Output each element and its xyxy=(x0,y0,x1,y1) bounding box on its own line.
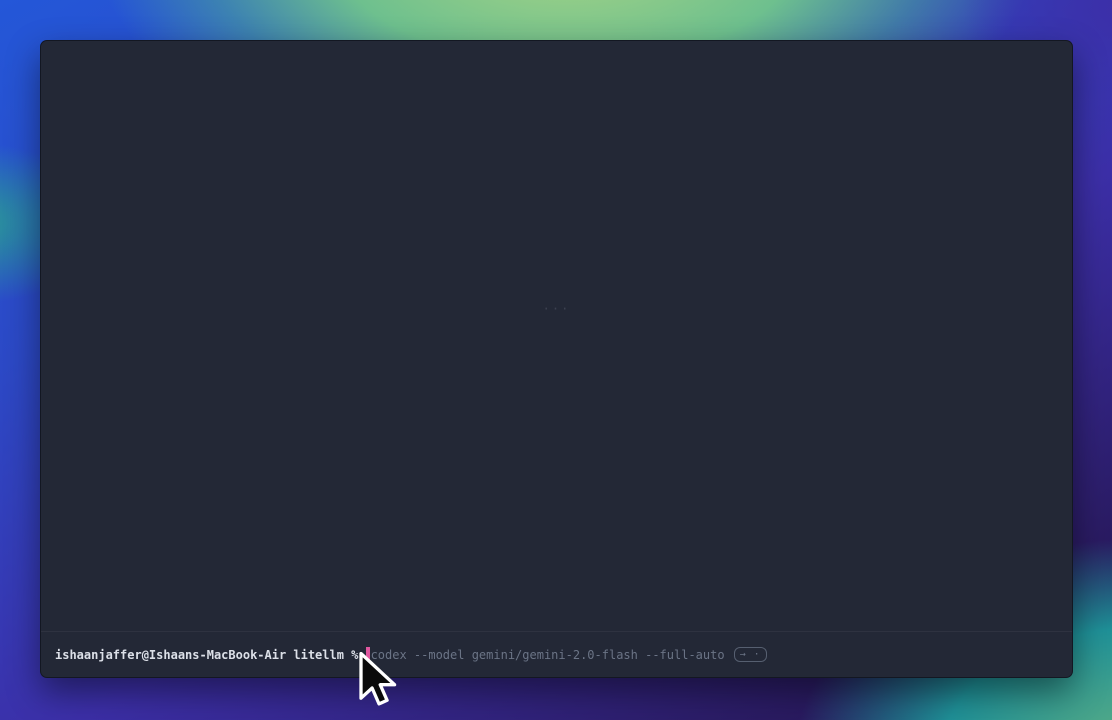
right-arrow-icon: → · xyxy=(740,648,761,661)
prompt-directory: litellm xyxy=(293,647,344,663)
terminal-window[interactable]: ··· ishaanjaffer@Ishaans-MacBook-Air lit… xyxy=(40,40,1073,678)
terminal-prompt-line[interactable]: ishaanjaffer@Ishaans-MacBook-Air litellm… xyxy=(41,631,1072,677)
prompt-symbol: % xyxy=(351,647,358,663)
loading-indicator: ··· xyxy=(543,302,571,316)
prompt-user-host: ishaanjaffer@Ishaans-MacBook-Air xyxy=(55,647,286,663)
autosuggestion-text: codex --model gemini/gemini-2.0-flash --… xyxy=(371,647,725,663)
desktop-wallpaper: ··· ishaanjaffer@Ishaans-MacBook-Air lit… xyxy=(0,0,1112,720)
accept-suggestion-keycap: → · xyxy=(734,647,767,662)
terminal-scrollback: ··· xyxy=(41,41,1072,631)
text-cursor xyxy=(366,647,370,662)
